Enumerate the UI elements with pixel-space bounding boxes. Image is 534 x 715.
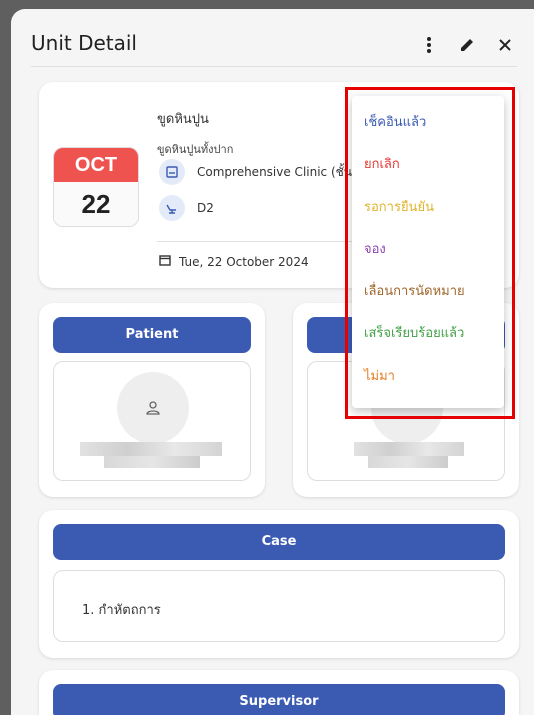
clinic-icon <box>159 159 185 185</box>
supervisor-button[interactable]: Supervisor <box>53 684 505 715</box>
unit-code: D2 <box>197 201 214 215</box>
patient-info <box>53 361 251 481</box>
more-vert-icon[interactable] <box>417 33 441 57</box>
blurred-name <box>354 442 464 456</box>
page-title: Unit Detail <box>31 31 137 55</box>
patient-button[interactable]: Patient <box>53 317 251 353</box>
calendar-icon <box>159 254 171 269</box>
date-month: OCT <box>54 148 138 182</box>
header-actions <box>417 33 517 57</box>
unit-row: D2 <box>159 195 214 221</box>
highlight-box <box>345 87 515 419</box>
patient-card: Patient <box>39 303 265 497</box>
supervisor-card: Supervisor <box>39 670 519 715</box>
edit-icon[interactable] <box>455 33 479 57</box>
appointment-divider <box>157 241 357 242</box>
case-item: 1. กำหัตถการ <box>82 603 161 618</box>
case-button[interactable]: Case <box>53 524 505 560</box>
appointment-date-row: Tue, 22 October 2024 <box>159 254 309 269</box>
blurred-id <box>368 456 448 468</box>
header: Unit Detail <box>31 31 517 71</box>
blurred-name <box>80 442 222 456</box>
appointment-name: ขูดหินปูน <box>157 112 209 127</box>
person-icon <box>146 401 160 415</box>
header-divider <box>31 66 517 67</box>
avatar <box>117 372 189 444</box>
clinic-row: Comprehensive Clinic (ชั้น2 <box>159 159 360 185</box>
case-list: 1. กำหัตถการ <box>53 570 505 642</box>
date-day: 22 <box>54 182 138 226</box>
close-icon[interactable] <box>493 33 517 57</box>
clinic-name: Comprehensive Clinic (ชั้น2 <box>197 164 360 179</box>
case-card: Case 1. กำหัตถการ <box>39 510 519 658</box>
blurred-id <box>104 456 200 468</box>
date-badge: OCT 22 <box>53 147 139 227</box>
appointment-subtitle: ขูดหินปูนทั้งปาก <box>157 143 234 156</box>
dental-chair-icon <box>159 195 185 221</box>
appointment-date: Tue, 22 October 2024 <box>179 254 309 269</box>
